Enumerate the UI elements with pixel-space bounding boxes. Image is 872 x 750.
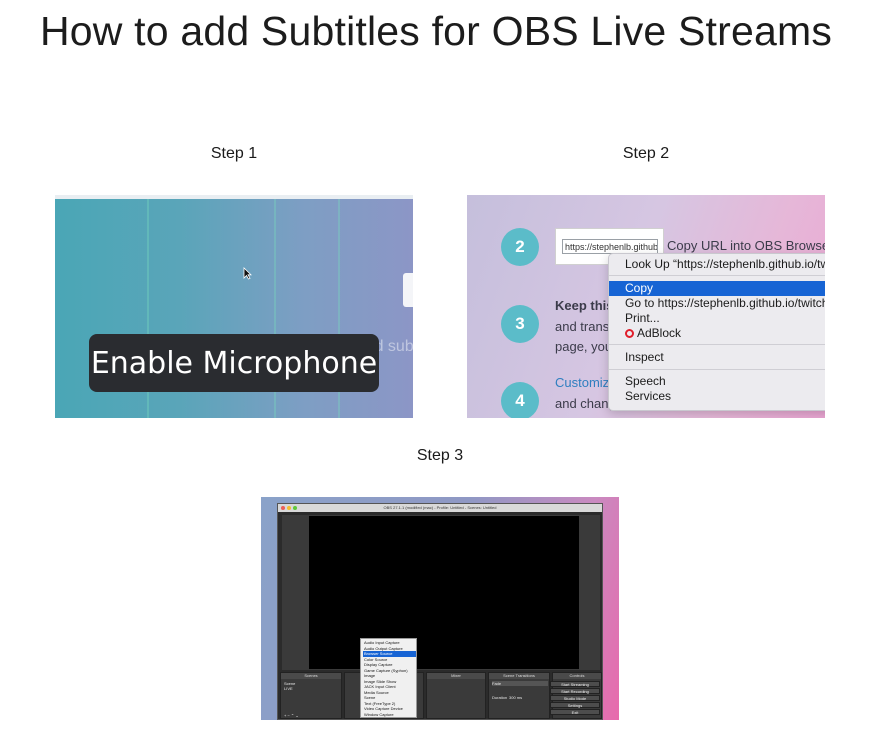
step-circle-3: 3	[501, 305, 539, 343]
start-streaming-button[interactable]: Start Streaming	[550, 681, 600, 687]
step-circle-4: 4	[501, 382, 539, 418]
menu-item-copy[interactable]: Copy	[609, 281, 825, 296]
exit-button[interactable]: Exit	[550, 709, 600, 715]
transitions-dock: Scene Transitions Fade Duration 300 ms	[488, 672, 550, 719]
step-1-screenshot: Add sub Enable Microphone	[55, 195, 413, 418]
url-field[interactable]: https://stephenlb.github.io	[562, 239, 658, 254]
transitions-dock-title: Scene Transitions	[489, 673, 549, 679]
transition-select[interactable]: Fade	[492, 681, 548, 686]
menu-separator	[609, 369, 825, 370]
menu-item-speech[interactable]: Speech	[609, 374, 825, 389]
duration-value[interactable]: 300 ms	[509, 695, 522, 700]
menu-item-go-to[interactable]: Go to https://stephenlb.github.io/twitch…	[609, 296, 825, 311]
menu-separator	[609, 275, 825, 276]
minimize-window-icon[interactable]	[287, 506, 291, 510]
mouse-cursor-icon	[243, 267, 252, 280]
enable-microphone-button[interactable]: Enable Microphone	[89, 334, 379, 392]
mixer-dock: Mixer	[426, 672, 486, 719]
controls-dock-title: Controls	[553, 673, 601, 679]
menu-item-look-up[interactable]: Look Up “https://stephenlb.github.io/twi	[609, 257, 825, 272]
add-scene-icon[interactable]: + − ⌃ ⌄	[284, 713, 299, 718]
menu-item-inspect[interactable]: Inspect	[609, 350, 825, 365]
step-2-screenshot: 2 3 4 https://stephenlb.github.io Copy U…	[467, 195, 825, 418]
menu-item-adblock[interactable]: AdBlock	[609, 326, 825, 341]
step-2-label: Step 2	[622, 145, 670, 162]
opera-icon	[625, 329, 634, 338]
zoom-window-icon[interactable]	[293, 506, 297, 510]
step-3-label: Step 3	[416, 447, 464, 464]
context-menu: Look Up “https://stephenlb.github.io/twi…	[608, 253, 825, 411]
menu-item-services[interactable]: Services	[609, 389, 825, 404]
scenes-dock: Scenes Scene LIVE + − ⌃ ⌄	[280, 672, 342, 719]
settings-button[interactable]: Settings	[550, 702, 600, 708]
controls-dock: Controls Start Streaming Start Recording…	[550, 672, 602, 719]
preview-canvas	[309, 516, 579, 669]
duration-label: Duration	[492, 695, 508, 700]
scenes-dock-title: Scenes	[281, 673, 341, 679]
add-source-menu: Audio Input Capture Audio Output Capture…	[360, 638, 417, 718]
menu-item-adblock-label: AdBlock	[637, 326, 682, 340]
obs-window: OBS 27.1.1 (modified (mac) - Profile: Un…	[277, 503, 603, 720]
mixer-dock-title: Mixer	[427, 673, 485, 679]
customize-link[interactable]: Customiz	[555, 375, 609, 390]
step-circle-2: 2	[501, 228, 539, 266]
start-recording-button[interactable]: Start Recording	[550, 688, 600, 694]
menu-separator	[609, 344, 825, 345]
step-3-screenshot: OBS 27.1.1 (modified (mac) - Profile: Un…	[261, 497, 619, 720]
body-line: and transl	[555, 319, 613, 334]
source-menu-item[interactable]: Window Capture	[363, 712, 416, 718]
scene-item[interactable]: LIVE	[284, 686, 293, 691]
body-line: and chang	[555, 396, 616, 411]
copy-instruction: Copy URL into OBS Browse	[667, 238, 825, 253]
step-1-label: Step 1	[210, 145, 258, 162]
menu-item-print[interactable]: Print...	[609, 311, 825, 326]
keep-heading: Keep this	[555, 298, 614, 313]
preview-area	[282, 515, 600, 670]
studio-mode-button[interactable]: Studio Mode	[550, 695, 600, 701]
page-title: How to add Subtitles for OBS Live Stream…	[39, 8, 833, 54]
close-window-icon[interactable]	[281, 506, 285, 510]
body-line: page, you	[555, 339, 613, 354]
obs-title-bar: OBS 27.1.1 (modified (mac) - Profile: Un…	[278, 504, 602, 512]
partial-panel	[403, 273, 413, 307]
browser-top-edge	[55, 195, 413, 199]
